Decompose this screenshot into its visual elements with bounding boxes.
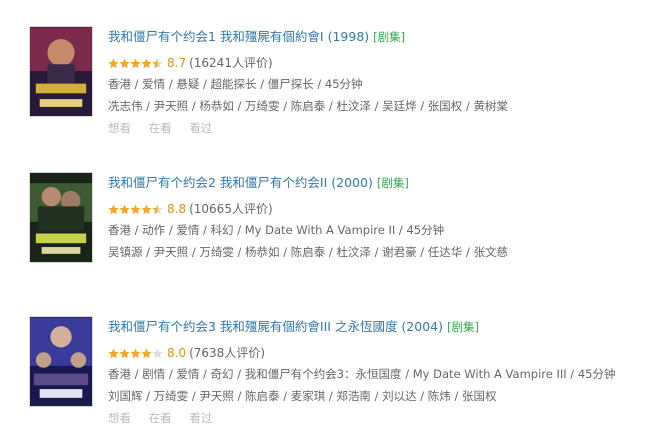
title-link[interactable]: 我和僵尸有个约会1 我和殭屍有個約會I (1998) [108, 29, 369, 44]
cast-line: 吴镇源 / 尹天照 / 万绮雯 / 杨恭如 / 陈启泰 / 杜汶泽 / 谢君豪 … [108, 245, 508, 259]
star-icon [152, 348, 163, 358]
actions-line: 想看 在看 看过 [108, 120, 653, 136]
star-icon [119, 348, 130, 358]
star-icon [108, 348, 119, 358]
title-line: 我和僵尸有个约会3 我和殭屍有個約會III 之永恆國度 (2004) [剧集] [108, 318, 653, 336]
result-item: 我和僵尸有个约会3 我和殭屍有個約會III 之永恆國度 (2004) [剧集] 8… [29, 316, 649, 426]
star-icon [141, 58, 152, 68]
poster-image[interactable] [29, 316, 93, 407]
series-badge[interactable]: [剧集] [447, 320, 479, 334]
rating-count: (16241人评价) [189, 56, 273, 70]
watched-button[interactable]: 看过 [189, 411, 212, 425]
result-item: 我和僵尸有个约会2 我和僵尸有个约会II (2000) [剧集] 8.8 (106… [29, 172, 649, 282]
poster-art [30, 27, 92, 116]
star-rating [108, 58, 163, 69]
title-link[interactable]: 我和僵尸有个约会3 我和殭屍有個約會III 之永恆國度 (2004) [108, 319, 443, 334]
star-rating [108, 204, 163, 215]
star-icon [119, 204, 130, 214]
item-info: 我和僵尸有个约会2 我和僵尸有个约会II (2000) [剧集] 8.8 (106… [108, 174, 653, 262]
title-line: 我和僵尸有个约会2 我和僵尸有个约会II (2000) [剧集] [108, 174, 653, 192]
result-item: 我和僵尸有个约会1 我和殭屍有個約會I (1998) [剧集] 8.7 (1624… [29, 26, 649, 136]
star-icon [152, 204, 163, 214]
item-info: 我和僵尸有个约会1 我和殭屍有個約會I (1998) [剧集] 8.7 (1624… [108, 28, 653, 136]
cast-line: 冼志伟 / 尹天照 / 杨恭如 / 万绮雯 / 陈启泰 / 杜汶泽 / 吴廷烨 … [108, 99, 508, 113]
rating-line: 8.0 (7638人评价) [108, 345, 653, 361]
rating-score: 8.7 [167, 56, 187, 70]
genres-line: 香港 / 动作 / 爱情 / 科幻 / My Date With A Vampi… [108, 223, 445, 237]
star-icon [152, 58, 163, 68]
genres-line: 香港 / 爱情 / 悬疑 / 超能探长 / 僵尸探长 / 45分钟 [108, 77, 363, 91]
star-icon [141, 348, 152, 358]
cast-line: 刘国辉 / 万绮雯 / 尹天照 / 陈启泰 / 麦家琪 / 郑浩南 / 刘以达 … [108, 389, 497, 403]
poster-art [30, 317, 92, 406]
star-icon [130, 58, 141, 68]
genres-line: 香港 / 剧情 / 爱情 / 奇幻 / 我和僵尸有个约会3：永恒国度 / My … [108, 367, 616, 381]
title-line: 我和僵尸有个约会1 我和殭屍有個約會I (1998) [剧集] [108, 28, 653, 46]
star-icon [119, 58, 130, 68]
watching-button[interactable]: 在看 [149, 121, 172, 135]
want-to-watch-button[interactable]: 想看 [108, 411, 131, 425]
actions-line: 想看 在看 看过 [108, 410, 653, 426]
series-badge[interactable]: [剧集] [377, 176, 409, 190]
item-info: 我和僵尸有个约会3 我和殭屍有個約會III 之永恆國度 (2004) [剧集] 8… [108, 318, 653, 426]
watching-button[interactable]: 在看 [149, 411, 172, 425]
poster-art [30, 173, 92, 262]
poster-image[interactable] [29, 26, 93, 117]
poster-image[interactable] [29, 172, 93, 263]
star-icon [108, 58, 119, 68]
star-icon [108, 204, 119, 214]
star-icon [130, 348, 141, 358]
star-rating [108, 348, 163, 359]
star-icon [130, 204, 141, 214]
want-to-watch-button[interactable]: 想看 [108, 121, 131, 135]
rating-line: 8.8 (10665人评价) [108, 201, 653, 217]
rating-count: (10665人评价) [189, 202, 273, 216]
rating-count: (7638人评价) [189, 346, 265, 360]
watched-button[interactable]: 看过 [189, 121, 212, 135]
star-icon [141, 204, 152, 214]
series-badge[interactable]: [剧集] [373, 30, 405, 44]
rating-line: 8.7 (16241人评价) [108, 55, 653, 71]
rating-score: 8.0 [167, 346, 187, 360]
rating-score: 8.8 [167, 202, 187, 216]
title-link[interactable]: 我和僵尸有个约会2 我和僵尸有个约会II (2000) [108, 175, 373, 190]
